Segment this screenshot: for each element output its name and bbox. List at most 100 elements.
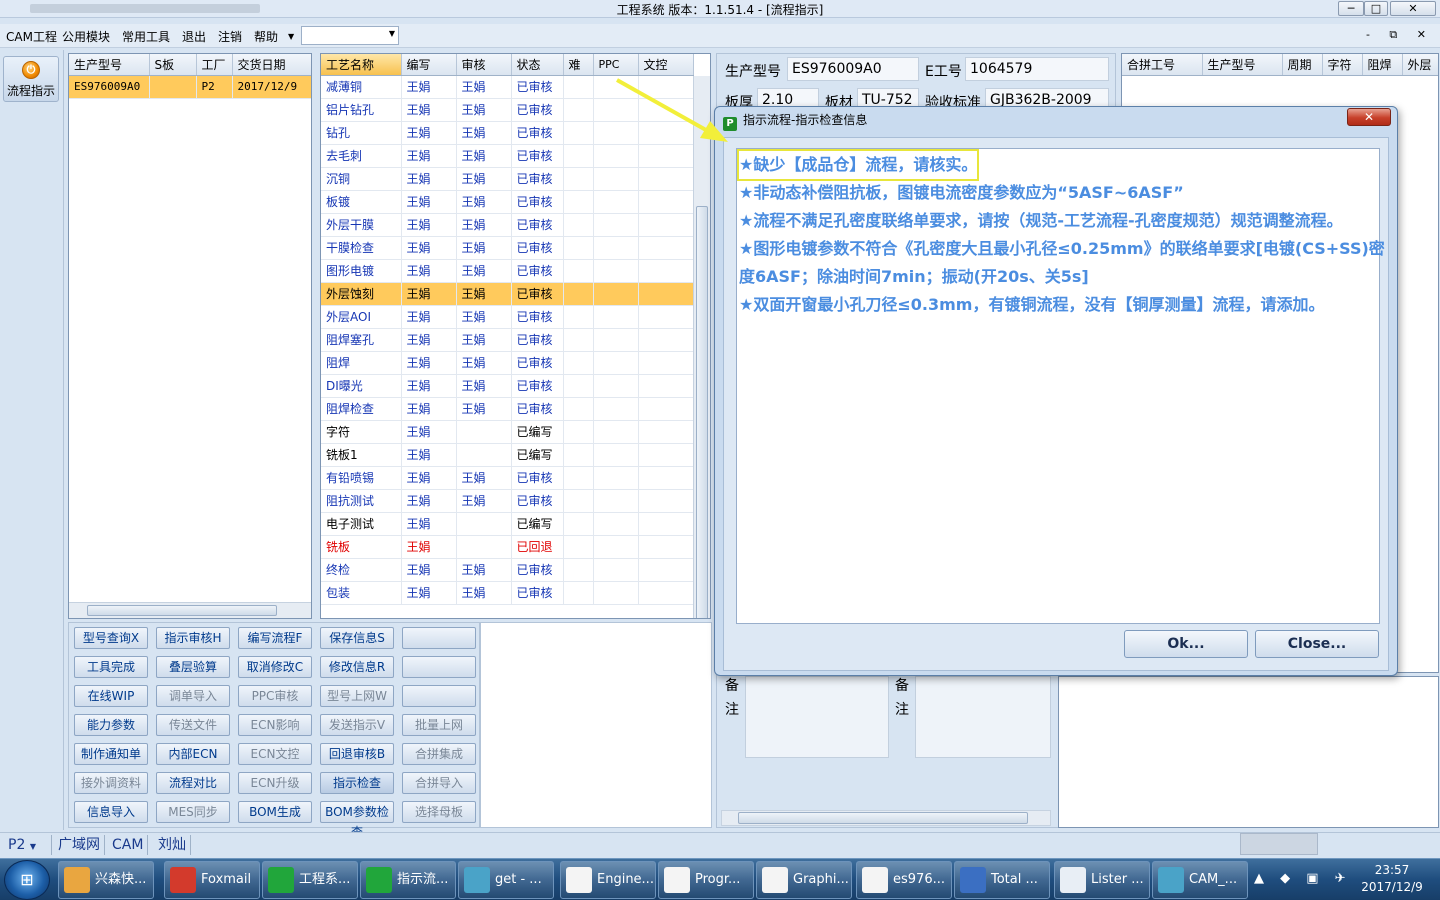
empty-action-button[interactable]: [402, 627, 476, 649]
table-row[interactable]: 字符 王娟 已编写: [321, 420, 694, 444]
action-button[interactable]: 保存信息S: [320, 627, 394, 649]
menu-cam[interactable]: CAM工程: [6, 28, 57, 45]
action-button[interactable]: 合拼集成: [402, 743, 476, 765]
menu-exit[interactable]: 退出: [182, 28, 206, 45]
table-row[interactable]: 去毛刺 王娟 王娟 已审核: [321, 144, 694, 168]
taskbar-item[interactable]: get - ...: [458, 861, 554, 899]
orders-grid[interactable]: 生产型号 S板 工厂 交货日期 ES976009A0 P2 2017/12/9: [68, 53, 312, 619]
action-button[interactable]: 取消修改C: [238, 656, 312, 678]
col-header-status[interactable]: 状态: [511, 54, 564, 76]
scrollbar-thumb[interactable]: [696, 206, 708, 618]
action-button[interactable]: 在线WIP: [74, 685, 148, 707]
taskbar-item[interactable]: Foxmail: [164, 861, 260, 899]
action-button[interactable]: 批量上网: [402, 714, 476, 736]
action-button[interactable]: 指示检查: [320, 772, 394, 794]
ok-button[interactable]: Ok...: [1124, 630, 1248, 658]
taskbar-item[interactable]: Progr...: [658, 861, 754, 899]
action-button[interactable]: ECN文控: [238, 743, 312, 765]
taskbar-item[interactable]: Lister ...: [1054, 861, 1150, 899]
table-row[interactable]: 沉铜 王娟 王娟 已审核: [321, 167, 694, 191]
action-button[interactable]: 调单导入: [156, 685, 230, 707]
eno-field[interactable]: 1064579: [965, 57, 1109, 81]
close-dialog-button[interactable]: Close...: [1255, 630, 1379, 658]
table-row[interactable]: 图形电镀 王娟 王娟 已审核: [321, 259, 694, 283]
action-button[interactable]: 制作通知单: [74, 743, 148, 765]
process-vertical-scrollbar[interactable]: [693, 76, 710, 618]
table-row[interactable]: 外层AOI 王娟 王娟 已审核: [321, 305, 694, 329]
splitter[interactable]: [313, 53, 319, 619]
col-header-process-name[interactable]: 工艺名称: [321, 54, 402, 76]
language-bar[interactable]: [1240, 833, 1318, 855]
action-button[interactable]: 能力参数: [74, 714, 148, 736]
orders-horizontal-scrollbar[interactable]: [69, 602, 311, 618]
table-row[interactable]: 阻焊塞孔 王娟 王娟 已审核: [321, 328, 694, 352]
memo-box-2[interactable]: [915, 676, 1051, 758]
menu-common-modules[interactable]: 公用模块: [62, 28, 110, 45]
taskbar-item[interactable]: CAM_...: [1152, 861, 1248, 899]
col-header-s-board[interactable]: S板: [149, 54, 197, 76]
col-header-combined-model[interactable]: 生产型号: [1202, 54, 1283, 76]
action-button[interactable]: 传送文件: [156, 714, 230, 736]
detail-horizontal-scrollbar[interactable]: [721, 810, 1051, 826]
system-tray-icons[interactable]: ▲ ◆ ▣ ✈: [1254, 871, 1352, 886]
col-header-model[interactable]: 生产型号: [69, 54, 150, 76]
table-row[interactable]: 铣板1 王娟 已编写: [321, 443, 694, 467]
col-header-solder-mask[interactable]: 阻焊: [1362, 54, 1403, 76]
action-button[interactable]: 选择母板: [402, 801, 476, 823]
action-button[interactable]: 流程对比: [156, 772, 230, 794]
empty-action-button[interactable]: [402, 685, 476, 707]
action-button[interactable]: 信息导入: [74, 801, 148, 823]
table-row[interactable]: ES976009A0 P2 2017/12/9: [69, 75, 311, 99]
taskbar-item[interactable]: 工程系...: [262, 861, 358, 899]
col-header-reviewer[interactable]: 审核: [456, 54, 512, 76]
action-button[interactable]: 叠层验算: [156, 656, 230, 678]
col-header-doc-control[interactable]: 文控: [638, 54, 694, 76]
close-button[interactable]: ✕: [1390, 1, 1436, 16]
action-button[interactable]: 型号上网W: [320, 685, 394, 707]
process-grid[interactable]: 工艺名称 编写 审核 状态 难 PPC 文控 减薄铜 王娟 王娟 已审核 铝片钻孔 王娟王…: [320, 53, 711, 619]
menu-combo-box[interactable]: ▼: [301, 26, 399, 45]
memo-box-1[interactable]: [745, 676, 889, 758]
col-header-factory[interactable]: 工厂: [196, 54, 233, 76]
table-row[interactable]: 干膜检查 王娟 王娟 已审核: [321, 236, 694, 260]
taskbar-item[interactable]: 指示流...: [360, 861, 456, 899]
action-button[interactable]: 回退审核B: [320, 743, 394, 765]
table-row[interactable]: 阻焊 王娟 王娟 已审核: [321, 351, 694, 375]
table-row[interactable]: 有铅喷锡 王娟 王娟 已审核: [321, 466, 694, 490]
scrollbar-thumb[interactable]: [738, 812, 1028, 824]
table-row[interactable]: 板镀 王娟 王娟 已审核: [321, 190, 694, 214]
table-row[interactable]: 外层蚀刻 王娟 王娟 已审核: [321, 282, 694, 306]
maximize-button[interactable]: □: [1364, 1, 1388, 16]
table-row[interactable]: 阻焊检查 王娟 王娟 已审核: [321, 397, 694, 421]
taskbar-item[interactable]: 兴森快...: [58, 861, 154, 899]
menu-tools[interactable]: 常用工具: [122, 28, 170, 45]
message-area[interactable]: ★缺少【成品仓】流程，请核实。 ★非动态补偿阻抗板，图镀电流密度参数应为“5AS…: [736, 148, 1385, 624]
col-header-ppc[interactable]: PPC: [593, 54, 639, 76]
start-button[interactable]: ⊞: [4, 860, 50, 900]
factory-selector[interactable]: P2 ▼: [4, 835, 52, 855]
clock[interactable]: 23:57 2017/12/9: [1350, 862, 1434, 896]
action-button[interactable]: ECN升级: [238, 772, 312, 794]
flow-instruction-button[interactable]: ⏻ 流程指示: [3, 56, 59, 102]
table-row[interactable]: 减薄铜 王娟 王娟 已审核: [321, 75, 694, 99]
action-button[interactable]: 内部ECN: [156, 743, 230, 765]
col-header-delivery-date[interactable]: 交货日期: [232, 54, 311, 76]
action-button[interactable]: 发送指示V: [320, 714, 394, 736]
action-button[interactable]: 工具完成: [74, 656, 148, 678]
action-button[interactable]: 修改信息R: [320, 656, 394, 678]
action-button[interactable]: PPC审核: [238, 685, 312, 707]
action-button[interactable]: BOM生成: [238, 801, 312, 823]
taskbar-item[interactable]: Engine...: [560, 861, 656, 899]
taskbar-item[interactable]: Graphi...: [756, 861, 852, 899]
action-button[interactable]: ECN影响: [238, 714, 312, 736]
table-row[interactable]: 钻孔 王娟 王娟 已审核: [321, 121, 694, 145]
dialog-close-button[interactable]: ✕: [1347, 108, 1391, 126]
menu-logout[interactable]: 注销: [218, 28, 242, 45]
table-row[interactable]: 外层干膜 王娟 王娟 已审核: [321, 213, 694, 237]
col-header-writer[interactable]: 编写: [401, 54, 457, 76]
table-row[interactable]: 铝片钻孔 王娟 王娟 已审核: [321, 98, 694, 122]
table-row[interactable]: 终检 王娟 王娟 已审核: [321, 558, 694, 582]
minimize-button[interactable]: ─: [1338, 1, 1364, 16]
action-button[interactable]: 编写流程F: [238, 627, 312, 649]
model-field[interactable]: ES976009A0: [787, 57, 919, 81]
